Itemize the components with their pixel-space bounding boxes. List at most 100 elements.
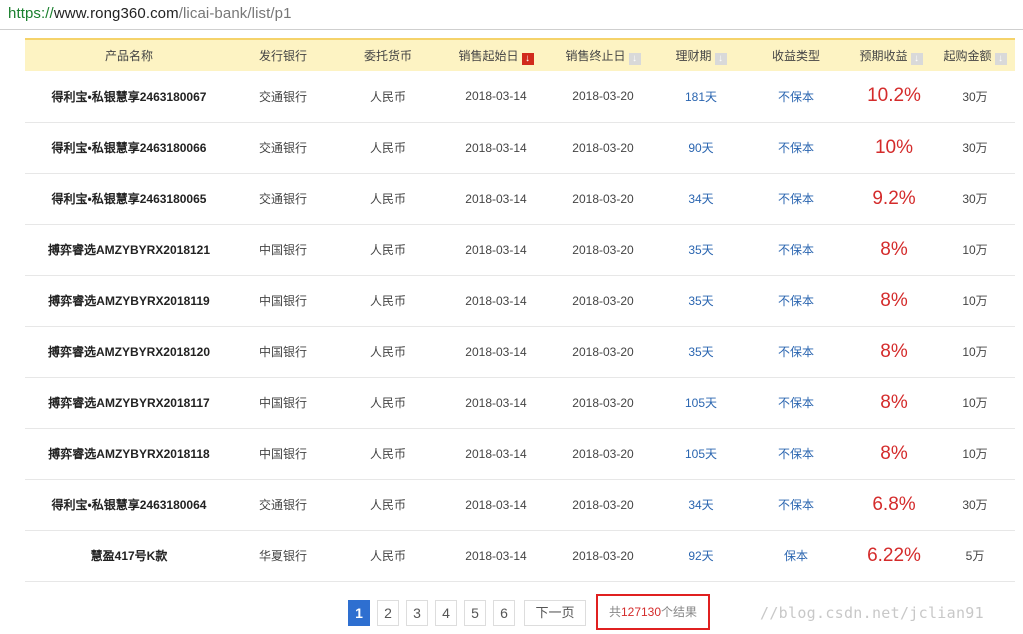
page-button-5[interactable]: 5 xyxy=(464,600,486,626)
product-name-cell[interactable]: 搏弈睿选AMZYBYRX2018120 xyxy=(25,326,233,377)
table-row[interactable]: 搏弈睿选AMZYBYRX2018120 中国银行 人民币 2018-03-14 2018… xyxy=(25,326,1015,377)
yield-type-cell[interactable]: 不保本 xyxy=(745,428,847,479)
table-row[interactable]: 得利宝•私银慧享2463180066 交通银行 人民币 2018-03-14 2018-… xyxy=(25,122,1015,173)
product-table-container: 产品名称 发行银行 委托货币 销售起始日 ↓ 销售终止日 ↓ 理财期 ↓ 收益类型 预… xyxy=(25,38,1015,582)
header-sale-end[interactable]: 销售终止日 ↓ xyxy=(549,39,657,71)
page-button-2[interactable]: 2 xyxy=(377,600,399,626)
expected-yield-cell: 8% xyxy=(880,289,908,311)
product-name-cell[interactable]: 搏弈睿选AMZYBYRX2018119 xyxy=(25,275,233,326)
term-cell[interactable]: 92天 xyxy=(657,530,745,581)
bank-cell: 中国银行 xyxy=(258,396,307,410)
expected-yield-cell: 8% xyxy=(880,238,908,260)
total-prefix: 共 xyxy=(608,605,621,619)
expected-yield-cell: 10% xyxy=(874,136,914,158)
table-row[interactable]: 得利宝•私银慧享2463180065 交通银行 人民币 2018-03-14 2018-… xyxy=(25,173,1015,224)
total-count: 127130 xyxy=(620,605,662,619)
min-amount-cell: 30万 xyxy=(962,498,988,512)
table-row[interactable]: 得利宝•私银慧享2463180064 交通银行 人民币 2018-03-14 2018-… xyxy=(25,479,1015,530)
header-yield-type: 收益类型 xyxy=(771,49,820,63)
sale-end-cell: 2018-03-20 xyxy=(572,344,634,359)
url-host: www.rong360.com xyxy=(53,5,179,22)
product-name-cell[interactable]: 得利宝•私银慧享2463180066 xyxy=(25,122,233,173)
term-cell[interactable]: 35天 xyxy=(657,275,745,326)
min-amount-cell: 10万 xyxy=(962,396,988,410)
sort-desc-icon[interactable]: ↓ xyxy=(910,52,923,65)
sort-desc-icon[interactable]: ↓ xyxy=(628,52,641,65)
table-row[interactable]: 得利宝•私银慧享2463180067 交通银行 人民币 2018-03-14 2018-… xyxy=(25,71,1015,122)
bank-cell: 交通银行 xyxy=(258,192,307,206)
yield-type-cell[interactable]: 不保本 xyxy=(745,275,847,326)
currency-cell: 人民币 xyxy=(369,447,406,461)
bank-cell: 交通银行 xyxy=(258,498,307,512)
bank-cell: 交通银行 xyxy=(258,89,307,104)
page-button-4[interactable]: 4 xyxy=(435,600,457,626)
term-cell[interactable]: 34天 xyxy=(657,479,745,530)
term-cell[interactable]: 90天 xyxy=(657,122,745,173)
table-row[interactable]: 慧盈417号K款 华夏银行 人民币 2018-03-14 2018-03-20 92天 保本… xyxy=(25,530,1015,581)
currency-cell: 人民币 xyxy=(369,294,406,308)
sale-start-cell: 2018-03-14 xyxy=(465,497,527,512)
yield-type-cell[interactable]: 不保本 xyxy=(745,71,847,122)
yield-type-cell[interactable]: 保本 xyxy=(745,530,847,581)
term-cell[interactable]: 35天 xyxy=(657,224,745,275)
currency-cell: 人民币 xyxy=(369,396,406,410)
table-row[interactable]: 搏弈睿选AMZYBYRX2018118 中国银行 人民币 2018-03-14 2018… xyxy=(25,428,1015,479)
yield-type-cell[interactable]: 不保本 xyxy=(745,479,847,530)
yield-type-cell[interactable]: 不保本 xyxy=(745,377,847,428)
table-header-row: 产品名称 发行银行 委托货币 销售起始日 ↓ 销售终止日 ↓ 理财期 ↓ 收益类型 预… xyxy=(25,39,1015,71)
min-amount-cell: 10万 xyxy=(962,243,988,257)
yield-type-cell[interactable]: 不保本 xyxy=(745,326,847,377)
yield-type-cell[interactable]: 不保本 xyxy=(745,173,847,224)
expected-yield-cell: 6.8% xyxy=(872,493,916,515)
header-expected-yield[interactable]: 预期收益 ↓ xyxy=(847,39,935,71)
product-name-cell[interactable]: 得利宝•私银慧享2463180067 xyxy=(25,71,233,122)
term-cell[interactable]: 181天 xyxy=(657,71,745,122)
page-button-6[interactable]: 6 xyxy=(493,600,515,626)
term-cell[interactable]: 105天 xyxy=(657,428,745,479)
term-cell[interactable]: 34天 xyxy=(657,173,745,224)
sale-end-cell: 2018-03-20 xyxy=(572,293,634,308)
table-row[interactable]: 搏弈睿选AMZYBYRX2018117 中国银行 人民币 2018-03-14 2018… xyxy=(25,377,1015,428)
page-button-3[interactable]: 3 xyxy=(406,600,428,626)
sale-end-cell: 2018-03-20 xyxy=(572,497,634,512)
sale-end-cell: 2018-03-20 xyxy=(572,89,634,104)
min-amount-cell: 10万 xyxy=(962,447,988,461)
header-min-amount[interactable]: 起购金额 ↓ xyxy=(935,39,1015,71)
sort-desc-icon[interactable]: ↓ xyxy=(521,52,534,65)
yield-type-cell[interactable]: 不保本 xyxy=(745,122,847,173)
currency-cell: 人民币 xyxy=(369,345,406,359)
header-sale-start[interactable]: 销售起始日 ↓ xyxy=(443,39,549,71)
product-name-cell[interactable]: 搏弈睿选AMZYBYRX2018118 xyxy=(25,428,233,479)
sort-desc-icon[interactable]: ↓ xyxy=(994,52,1007,65)
sale-start-cell: 2018-03-14 xyxy=(465,548,527,563)
table-row[interactable]: 搏弈睿选AMZYBYRX2018119 中国银行 人民币 2018-03-14 2018… xyxy=(25,275,1015,326)
sort-desc-icon[interactable]: ↓ xyxy=(714,52,727,65)
browser-address-bar[interactable]: https://www.rong360.com/licai-bank/list/… xyxy=(0,0,1023,30)
term-cell[interactable]: 105天 xyxy=(657,377,745,428)
product-name-cell[interactable]: 搏弈睿选AMZYBYRX2018117 xyxy=(25,377,233,428)
bank-cell: 中国银行 xyxy=(258,447,307,461)
pagination: 1 2 3 4 5 6 下一页 xyxy=(348,600,593,626)
product-name-cell[interactable]: 慧盈417号K款 xyxy=(25,530,233,581)
currency-cell: 人民币 xyxy=(369,192,406,206)
page-button-1[interactable]: 1 xyxy=(348,600,370,626)
watermark-text: //blog.csdn.net/jclian91 xyxy=(760,604,984,622)
yield-type-cell[interactable]: 不保本 xyxy=(745,224,847,275)
product-name-cell[interactable]: 得利宝•私银慧享2463180064 xyxy=(25,479,233,530)
expected-yield-cell: 8% xyxy=(880,340,908,362)
header-currency: 委托货币 xyxy=(363,49,412,63)
sale-start-cell: 2018-03-14 xyxy=(465,344,527,359)
sale-start-cell: 2018-03-14 xyxy=(465,89,527,104)
currency-cell: 人民币 xyxy=(369,89,406,104)
currency-cell: 人民币 xyxy=(369,498,406,512)
sale-end-cell: 2018-03-20 xyxy=(572,446,634,461)
product-name-cell[interactable]: 得利宝•私银慧享2463180065 xyxy=(25,173,233,224)
url-text[interactable]: https://www.rong360.com/licai-bank/list/… xyxy=(8,5,292,22)
sale-end-cell: 2018-03-20 xyxy=(572,548,634,563)
header-term[interactable]: 理财期 ↓ xyxy=(657,39,745,71)
table-row[interactable]: 搏弈睿选AMZYBYRX2018121 中国银行 人民币 2018-03-14 2018… xyxy=(25,224,1015,275)
sale-start-cell: 2018-03-14 xyxy=(465,395,527,410)
term-cell[interactable]: 35天 xyxy=(657,326,745,377)
next-page-button[interactable]: 下一页 xyxy=(524,600,586,626)
product-name-cell[interactable]: 搏弈睿选AMZYBYRX2018121 xyxy=(25,224,233,275)
